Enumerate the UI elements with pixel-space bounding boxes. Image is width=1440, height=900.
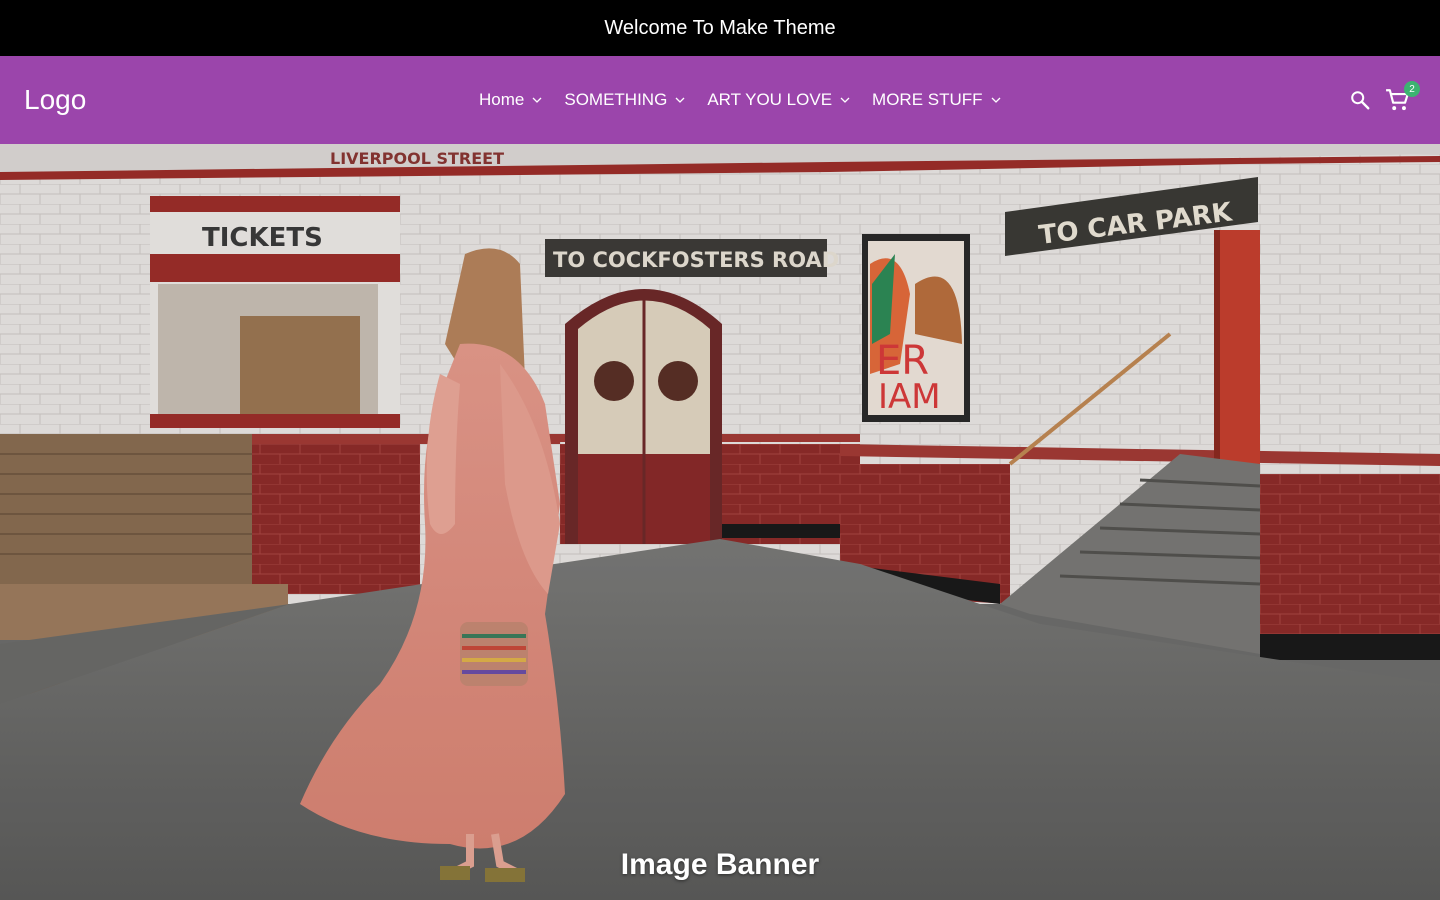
chevron-down-icon bbox=[840, 97, 850, 103]
banner-image: LIVERPOOL STREET TICKETS TO COCKFOSTERS … bbox=[0, 144, 1440, 900]
nav-item-home[interactable]: Home bbox=[479, 90, 542, 110]
search-button[interactable] bbox=[1346, 86, 1374, 114]
site-header: Logo Home SOMETHING ART YOU LOVE MORE ST… bbox=[0, 56, 1440, 144]
image-banner: LIVERPOOL STREET TICKETS TO COCKFOSTERS … bbox=[0, 144, 1440, 900]
logo[interactable]: Logo bbox=[24, 84, 86, 116]
cart-button[interactable]: 2 bbox=[1384, 81, 1420, 114]
chevron-down-icon bbox=[991, 97, 1001, 103]
announcement-text: Welcome To Make Theme bbox=[604, 16, 836, 39]
nav-label: MORE STUFF bbox=[872, 90, 983, 109]
main-nav: Home SOMETHING ART YOU LOVE MORE STUFF bbox=[479, 56, 1001, 144]
nav-label: Home bbox=[479, 90, 525, 109]
chevron-down-icon bbox=[532, 97, 542, 103]
banner-title: Image Banner bbox=[620, 848, 820, 881]
header-icons: 2 bbox=[1346, 56, 1420, 144]
nav-label: SOMETHING bbox=[564, 90, 668, 109]
nav-item-something[interactable]: SOMETHING bbox=[564, 90, 685, 110]
announcement-bar: Welcome To Make Theme bbox=[0, 0, 1440, 56]
cart-count-badge: 2 bbox=[1404, 81, 1420, 97]
nav-label: ART YOU LOVE bbox=[707, 90, 833, 109]
chevron-down-icon bbox=[675, 97, 685, 103]
search-icon bbox=[1351, 91, 1370, 110]
nav-item-more-stuff[interactable]: MORE STUFF bbox=[872, 90, 1001, 110]
nav-item-art-you-love[interactable]: ART YOU LOVE bbox=[707, 90, 850, 110]
